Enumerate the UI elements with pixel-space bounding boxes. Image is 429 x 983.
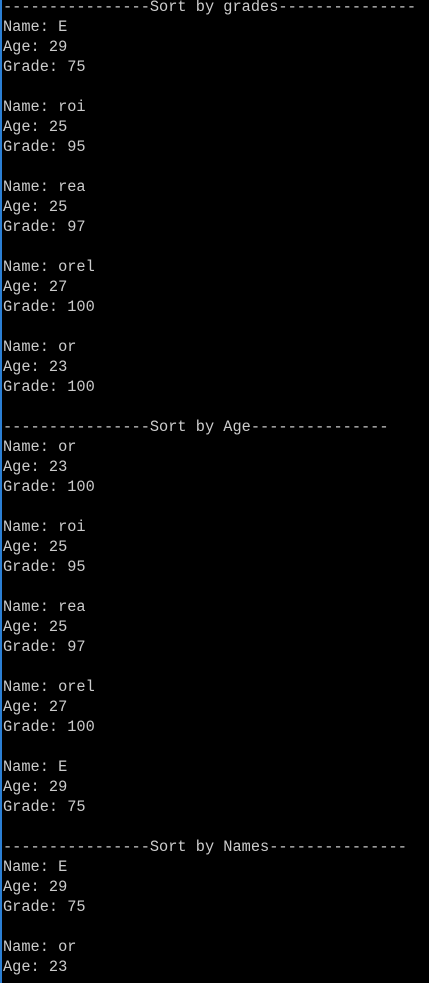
console-line: Age: 25 (3, 198, 68, 216)
console-blank-line (3, 657, 416, 677)
console-blank-line (3, 817, 416, 837)
console-line: Name: rea (3, 178, 86, 196)
console-blank-line (3, 237, 416, 257)
console-output-area[interactable]: ----------------Sort by grades----------… (0, 0, 429, 983)
console-blank-line (3, 917, 416, 937)
console-line: Age: 23 (3, 358, 68, 376)
console-blank-line (3, 737, 416, 757)
console-line: Grade: 100 (3, 718, 95, 736)
console-line: Age: 25 (3, 618, 68, 636)
console-line: Age: 29 (3, 38, 68, 56)
console-line: Grade: 100 (3, 378, 95, 396)
console-line: Grade: 100 (3, 478, 95, 496)
console-line: Name: orel (3, 678, 95, 696)
console-line: Age: 25 (3, 538, 68, 556)
console-blank-line (3, 577, 416, 597)
console-line: Name: E (3, 758, 68, 776)
console-line: Grade: 75 (3, 898, 86, 916)
console-line: Name: roi (3, 98, 86, 116)
console-line: Age: 25 (3, 118, 68, 136)
console-line: Name: E (3, 858, 68, 876)
console-line: Name: E (3, 18, 68, 36)
console-line: Grade: 97 (3, 218, 86, 236)
console-line: Grade: 95 (3, 138, 86, 156)
console-line: Age: 29 (3, 878, 68, 896)
console-lines: ----------------Sort by grades----------… (3, 0, 416, 977)
console-blank-line (3, 317, 416, 337)
console-line: Grade: 75 (3, 798, 86, 816)
console-blank-line (3, 397, 416, 417)
console-line: Age: 23 (3, 958, 68, 976)
console-line: Age: 29 (3, 778, 68, 796)
console-blank-line (3, 77, 416, 97)
console-line: ----------------Sort by grades----------… (3, 0, 417, 16)
console-line: Grade: 97 (3, 638, 86, 656)
console-line: Name: roi (3, 518, 86, 536)
console-line: Grade: 75 (3, 58, 86, 76)
console-blank-line (3, 157, 416, 177)
console-line: Name: orel (3, 258, 95, 276)
console-line: ----------------Sort by Age-------------… (3, 418, 389, 436)
console-line: Age: 23 (3, 458, 68, 476)
console-line: Name: or (3, 338, 77, 356)
console-line: Name: or (3, 938, 77, 956)
console-line: Age: 27 (3, 278, 68, 296)
console-blank-line (3, 497, 416, 517)
console-line: Grade: 95 (3, 558, 86, 576)
console-line: Name: or (3, 438, 77, 456)
console-line: ----------------Sort by Names-----------… (3, 838, 407, 856)
console-line: Age: 27 (3, 698, 68, 716)
console-line: Name: rea (3, 598, 86, 616)
console-line: Grade: 100 (3, 298, 95, 316)
